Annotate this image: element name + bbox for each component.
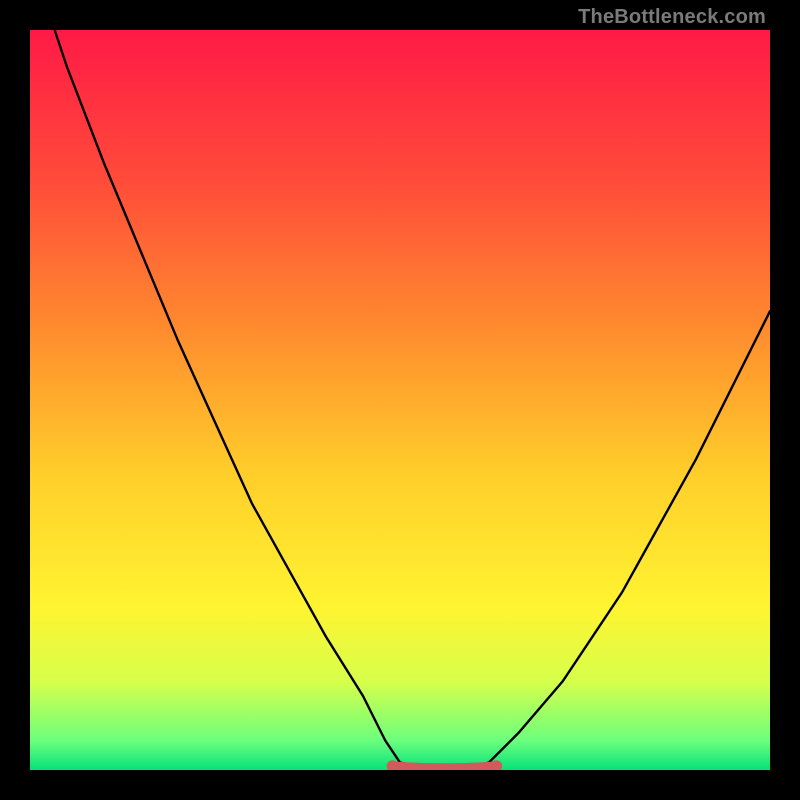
watermark-text: TheBottleneck.com bbox=[578, 6, 766, 29]
bottleneck-chart bbox=[30, 30, 770, 770]
chart-frame bbox=[30, 30, 770, 770]
optimal-zone-marker bbox=[393, 766, 497, 768]
chart-background bbox=[30, 30, 770, 770]
